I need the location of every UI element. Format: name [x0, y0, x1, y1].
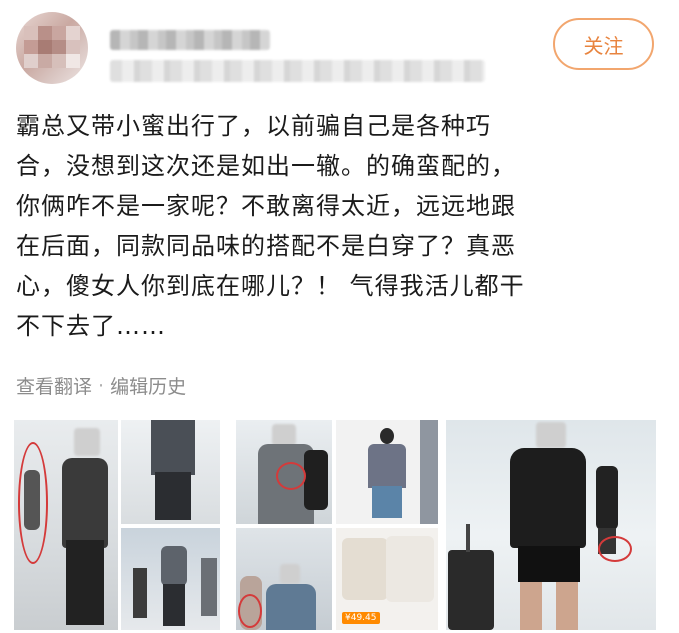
post-line: 不下去了…… — [16, 312, 166, 340]
person-figure — [556, 582, 578, 630]
person-figure — [380, 428, 394, 444]
post-line: 心，傻女人你到底在哪儿？！ 气得我活儿都干 — [16, 272, 525, 300]
person-figure — [201, 558, 217, 616]
price-tag: ¥49.45 — [342, 612, 380, 624]
photo-6[interactable] — [236, 528, 332, 630]
separator-dot: · — [98, 374, 105, 397]
backdrop-panel — [420, 420, 438, 524]
blurred-face — [280, 564, 300, 584]
person-figure — [62, 458, 108, 548]
post-line: 霸总又带小蜜出行了，以前骗自己是各种巧 — [16, 112, 491, 140]
blurred-face — [272, 424, 296, 446]
product-shirt — [386, 536, 434, 602]
photo-2[interactable] — [121, 420, 220, 524]
person-figure — [372, 486, 402, 518]
post-actions: 查看翻译 · 编辑历史 — [16, 372, 186, 399]
person-figure — [518, 546, 580, 582]
post-body: 霸总又带小蜜出行了，以前骗自己是各种巧 合，没想到这次还是如出一辙。的确蛮配的，… — [16, 106, 656, 346]
blurred-face — [74, 428, 100, 456]
person-figure — [163, 584, 185, 626]
translate-link[interactable]: 查看翻译 — [16, 372, 92, 399]
circle-annotation — [276, 462, 306, 490]
follow-button[interactable]: 关注 — [553, 18, 654, 70]
circle-annotation — [18, 442, 48, 564]
person-figure — [520, 582, 542, 630]
photo-1[interactable] — [14, 420, 118, 630]
person-figure — [304, 450, 328, 510]
person-figure — [161, 546, 187, 586]
photo-7[interactable]: ¥49.45 — [336, 528, 438, 630]
post-meta-blurred — [110, 60, 485, 82]
circle-annotation — [598, 536, 632, 562]
photo-4[interactable] — [236, 420, 332, 524]
avatar[interactable] — [16, 12, 88, 84]
person-figure — [510, 448, 586, 548]
post-line: 合，没想到这次还是如出一辙。的确蛮配的， — [16, 152, 516, 180]
follow-button-label: 关注 — [583, 33, 624, 58]
person-figure — [151, 420, 195, 475]
post-line: 在后面，同款同品味的搭配不是白穿了？真恶 — [16, 232, 516, 260]
username-blurred[interactable] — [110, 30, 270, 50]
photo-5[interactable] — [336, 420, 438, 524]
product-shirt — [342, 538, 388, 600]
blurred-face — [536, 422, 566, 448]
suitcase — [448, 550, 494, 630]
person-figure — [66, 540, 104, 625]
person-figure — [155, 472, 191, 520]
photo-8[interactable] — [446, 420, 656, 630]
person-figure — [133, 568, 147, 618]
photo-3[interactable] — [121, 528, 220, 630]
person-figure — [266, 584, 316, 630]
circle-annotation — [238, 594, 262, 628]
person-figure — [368, 444, 406, 488]
person-figure — [596, 466, 618, 530]
post-line: 你俩咋不是一家呢？不敢离得太近，远远地跟 — [16, 192, 516, 220]
edit-history-link[interactable]: 编辑历史 — [110, 372, 186, 399]
suitcase-handle — [466, 524, 470, 552]
